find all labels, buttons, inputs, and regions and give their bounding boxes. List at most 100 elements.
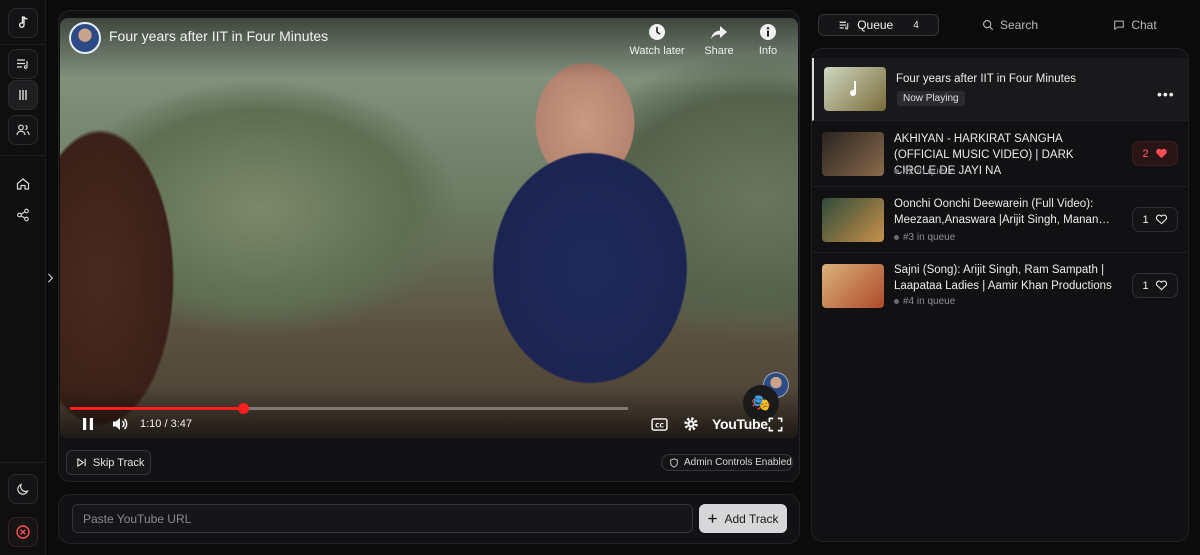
pause-button[interactable]	[78, 414, 98, 434]
volume-button[interactable]	[109, 414, 131, 434]
tab-chat[interactable]: Chat	[1085, 14, 1185, 36]
mask-icon: 🎭	[751, 395, 771, 412]
queue-item[interactable]: Sajni (Song): Arijit Singh, Ram Sampath …	[812, 253, 1188, 319]
app-logo-button[interactable]	[8, 8, 38, 38]
like-button[interactable]: 1	[1132, 273, 1178, 298]
share-label: Share	[704, 45, 734, 57]
sidebar-share-button[interactable]	[8, 200, 38, 230]
queue-list-icon	[839, 21, 849, 30]
queue-item[interactable]: AKHIYAN - HARKIRAT SANGHA (OFFICIAL MUSI…	[812, 121, 1188, 187]
fullscreen-button[interactable]	[766, 414, 784, 434]
users-icon	[16, 124, 30, 136]
sidebar-library-button[interactable]	[8, 80, 38, 110]
video-title[interactable]: Four years after IIT in Four Minutes	[109, 28, 328, 44]
info-icon	[760, 24, 776, 40]
search-icon	[982, 19, 994, 31]
skip-track-button[interactable]: Skip Track	[66, 450, 151, 475]
admin-controls-badge: Admin Controls Enabled	[661, 454, 793, 471]
queue-position-label: #4 in queue	[903, 296, 956, 307]
queue-position-label: #2 in queue	[903, 166, 956, 177]
shield-icon	[670, 457, 678, 468]
sidebar-expand-toggle[interactable]	[44, 270, 56, 286]
youtube-url-input[interactable]	[72, 504, 693, 533]
clock-icon	[649, 24, 665, 40]
queue-count: 4	[913, 19, 919, 31]
music-note-icon	[850, 81, 857, 97]
pause-icon	[83, 418, 93, 430]
chat-icon	[1114, 20, 1125, 30]
video-top-overlay	[60, 18, 798, 78]
info-label: Info	[758, 45, 778, 57]
queue-item[interactable]: Oonchi Oonchi Deewarein (Full Video): Me…	[812, 187, 1188, 253]
theme-toggle-button[interactable]	[8, 474, 38, 504]
sidebar-divider	[0, 462, 46, 463]
heart-filled-icon	[1155, 148, 1167, 159]
youtube-logo[interactable]: YouTube	[712, 416, 768, 432]
share-icon	[17, 208, 29, 222]
progress-handle[interactable]	[237, 403, 249, 414]
fullscreen-icon	[768, 417, 782, 431]
track-title: Oonchi Oonchi Deewarein (Full Video): Me…	[894, 198, 1110, 226]
tab-queue[interactable]: Queue 4	[818, 14, 939, 36]
add-track-label: Add Track	[724, 511, 779, 526]
leave-room-button[interactable]	[8, 517, 38, 547]
volume-icon	[113, 418, 128, 430]
track-thumbnail	[822, 132, 884, 176]
track-title: Four years after IIT in Four Minutes	[896, 73, 1077, 85]
like-button[interactable]: 1	[1132, 207, 1178, 232]
chevron-right-icon	[47, 273, 54, 283]
queue-position-label: #3 in queue	[903, 232, 956, 243]
gear-icon	[684, 417, 698, 431]
track-thumbnail	[824, 67, 886, 111]
video-player[interactable]: Four years after IIT in Four Minutes Wat…	[60, 18, 798, 438]
captions-icon: CC	[650, 417, 668, 431]
home-icon	[16, 178, 30, 190]
track-thumbnail	[822, 264, 884, 308]
svg-text:CC: CC	[655, 422, 664, 429]
sidebar	[0, 0, 54, 555]
vote-count: 1	[1142, 279, 1149, 292]
more-options-button[interactable]: •••	[1157, 86, 1175, 102]
moon-icon	[17, 483, 29, 495]
share-arrow-icon	[711, 26, 727, 39]
time-display: 1:10 / 3:47	[140, 418, 192, 430]
like-button[interactable]: 2	[1132, 141, 1178, 166]
queue-item-now-playing[interactable]: Four years after IIT in Four Minutes Now…	[812, 58, 1188, 121]
vote-count: 2	[1142, 147, 1149, 160]
queue-position: #2 in queue	[894, 166, 955, 177]
captions-button[interactable]: CC	[650, 414, 668, 434]
track-title: Sajni (Song): Arijit Singh, Ram Sampath …	[894, 264, 1112, 292]
settings-button[interactable]	[682, 414, 700, 434]
sidebar-users-button[interactable]	[8, 115, 38, 145]
heart-icon	[1155, 280, 1167, 291]
progress-bar[interactable]	[70, 403, 628, 414]
add-track-button[interactable]: Add Track	[699, 504, 787, 533]
vote-count: 1	[1142, 213, 1149, 226]
plus-icon	[708, 514, 718, 523]
track-thumbnail	[822, 198, 884, 242]
tab-chat-label: Chat	[1131, 18, 1157, 32]
sidebar-divider	[0, 44, 46, 45]
watch-later-label: Watch later	[629, 45, 685, 57]
sidebar-queue-button[interactable]	[8, 49, 38, 79]
skip-track-label: Skip Track	[93, 456, 145, 469]
sidebar-divider	[0, 155, 46, 156]
progress-fill	[70, 407, 243, 410]
admin-controls-label: Admin Controls Enabled	[684, 457, 792, 468]
now-playing-badge: Now Playing	[897, 91, 965, 106]
tab-search-label: Search	[999, 18, 1039, 32]
queue-position: #4 in queue	[894, 296, 955, 307]
skip-forward-icon	[77, 458, 86, 467]
close-circle-icon	[16, 525, 30, 539]
channel-avatar[interactable]	[69, 22, 101, 54]
tab-search[interactable]: Search	[960, 14, 1060, 36]
sidebar-home-button[interactable]	[8, 169, 38, 199]
bars-icon	[19, 90, 27, 100]
tab-queue-label: Queue	[857, 18, 894, 32]
music-note-icon	[19, 16, 28, 28]
heart-icon	[1155, 214, 1167, 225]
queue-list-icon	[17, 59, 28, 69]
queue-position: #3 in queue	[894, 232, 955, 243]
info-button[interactable]: Info	[738, 22, 798, 57]
watch-later-button[interactable]: Watch later	[627, 22, 687, 57]
